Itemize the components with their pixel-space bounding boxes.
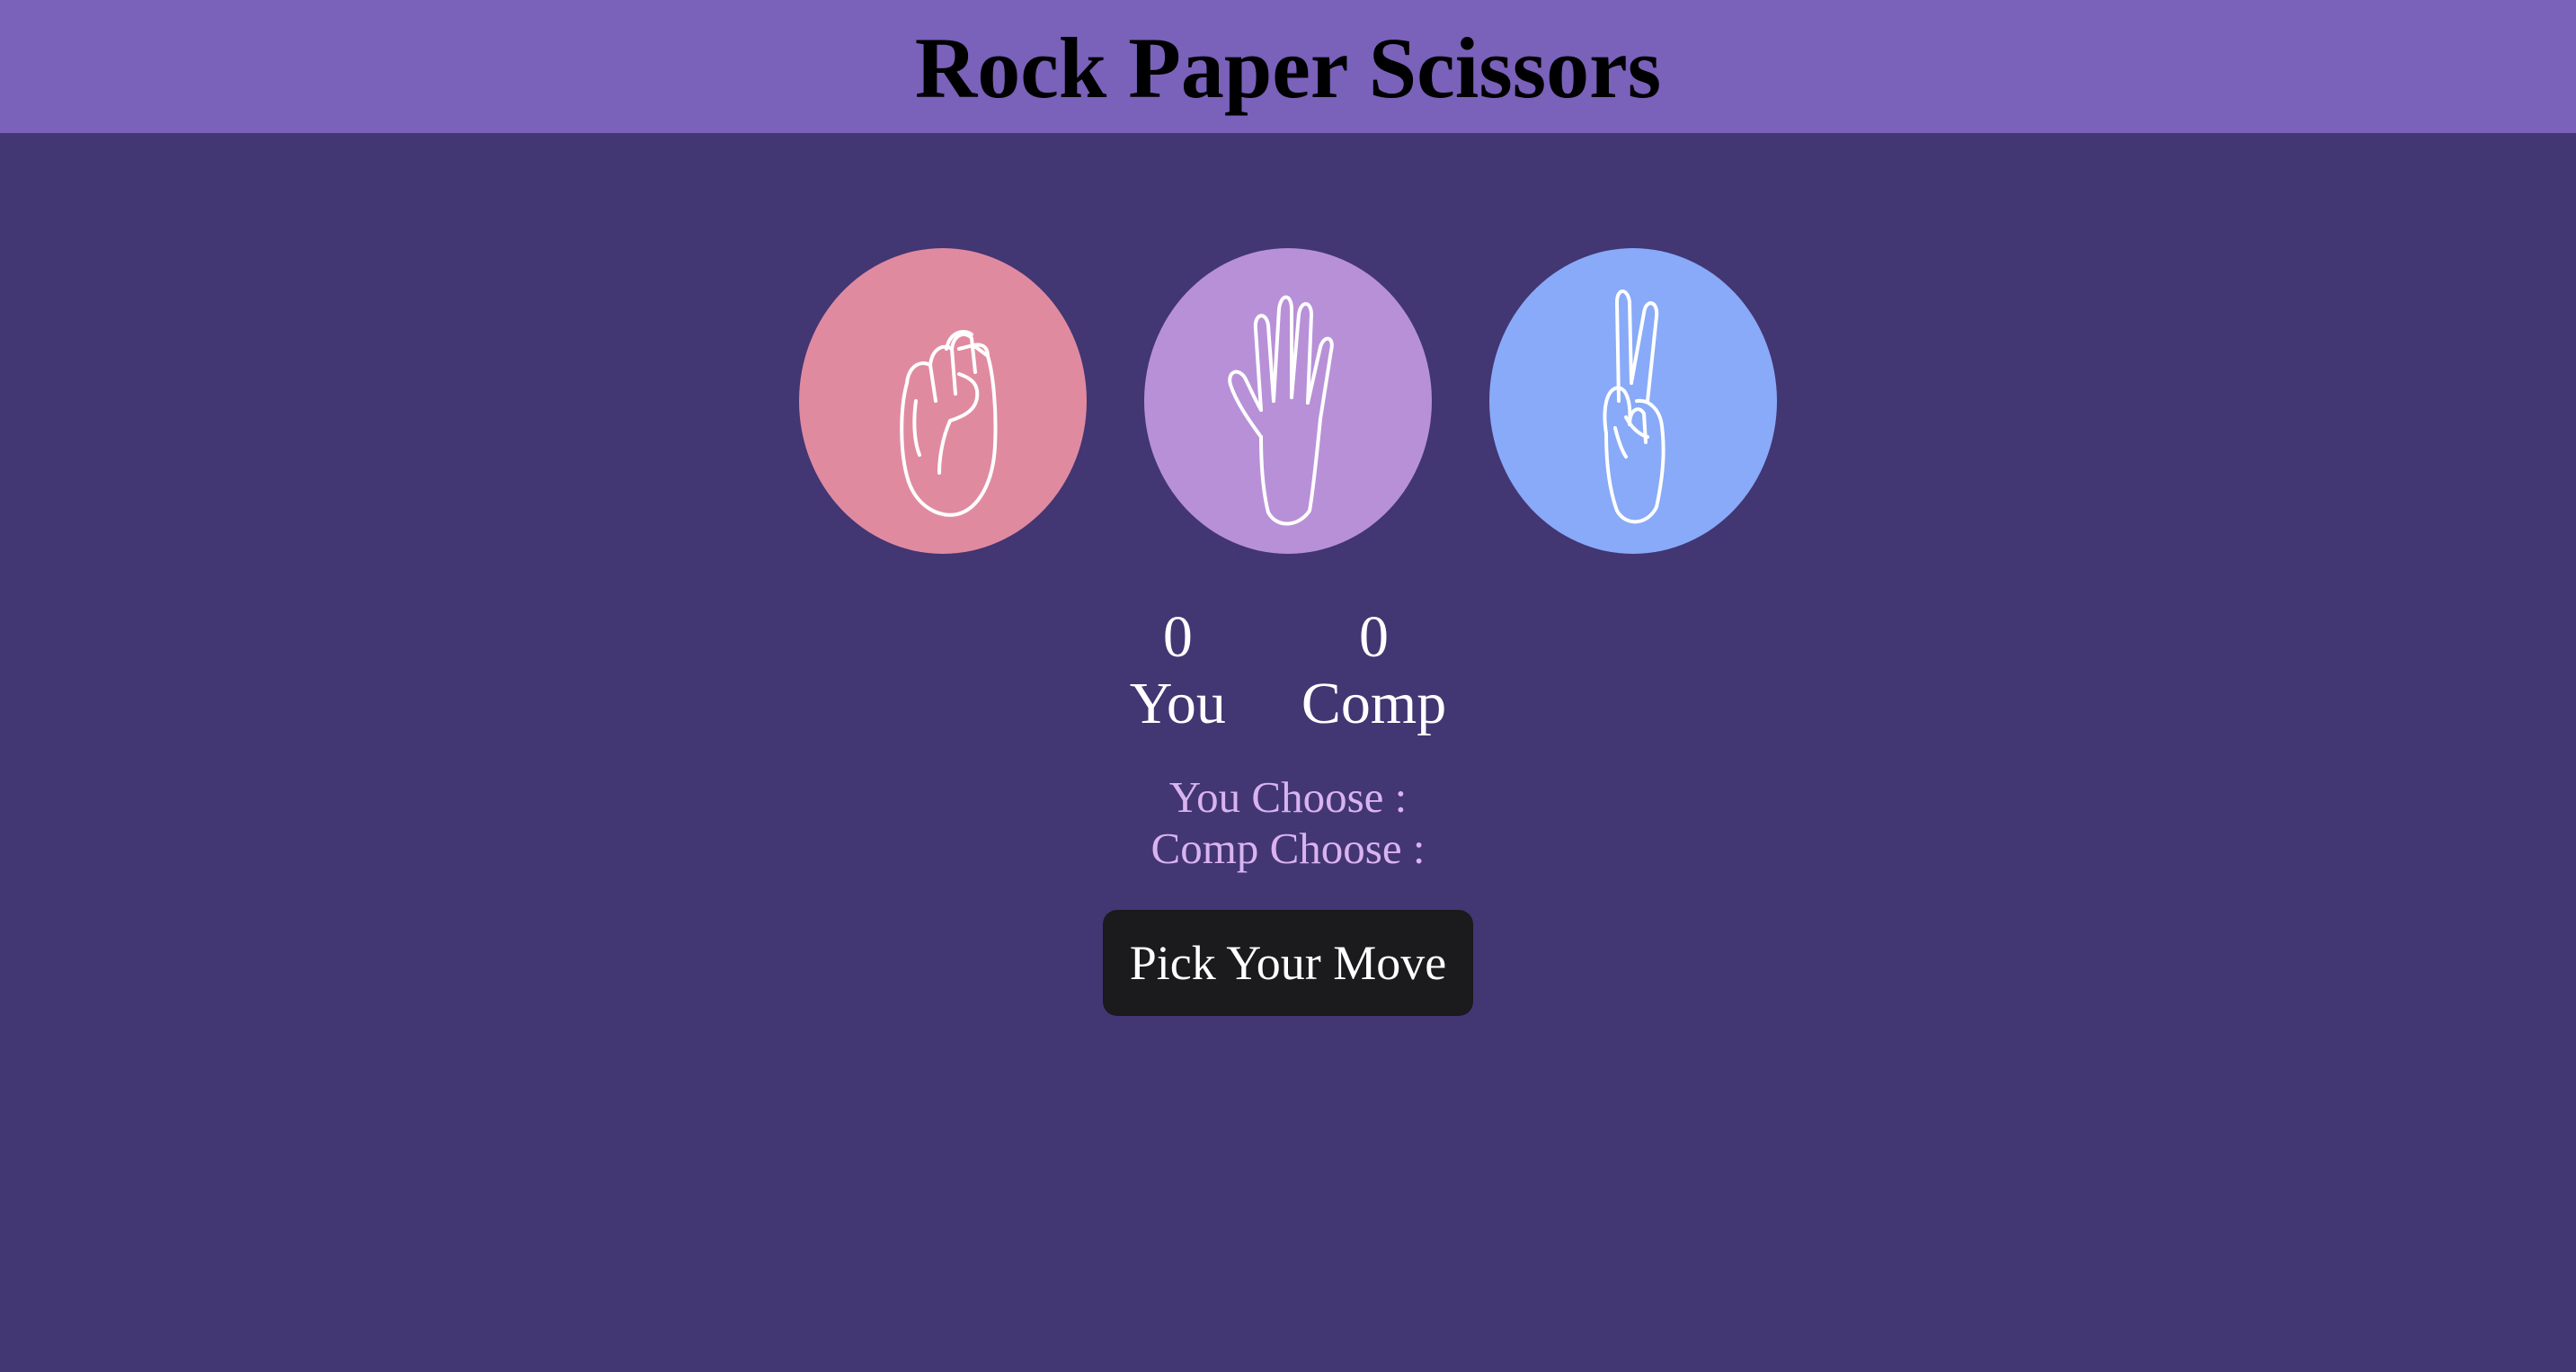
comp-score-label: Comp bbox=[1301, 671, 1447, 736]
action-area: Pick Your Move bbox=[0, 910, 2576, 1016]
page-title: Rock Paper Scissors bbox=[914, 20, 1662, 116]
choices-container bbox=[0, 248, 2576, 554]
rock-fist-icon bbox=[900, 330, 998, 517]
user-choice-text: You Choose : bbox=[1168, 772, 1408, 822]
comp-choice-text: Comp Choose : bbox=[1150, 824, 1426, 873]
scissors-peace-hand-icon bbox=[1603, 290, 1666, 524]
scissors-choice[interactable] bbox=[1489, 248, 1777, 554]
user-score: 0 You bbox=[1130, 604, 1226, 737]
header-bar: Rock Paper Scissors bbox=[0, 0, 2576, 133]
paper-open-hand-icon bbox=[1228, 295, 1334, 526]
status-messages: You Choose : Comp Choose : bbox=[0, 771, 2576, 874]
scoreboard: 0 You 0 Comp bbox=[0, 604, 2576, 737]
user-score-value: 0 bbox=[1162, 604, 1193, 670]
user-score-label: You bbox=[1129, 671, 1226, 736]
pick-move-button[interactable]: Pick Your Move bbox=[1102, 910, 1474, 1016]
rock-choice[interactable] bbox=[799, 248, 1087, 554]
paper-choice[interactable] bbox=[1144, 248, 1432, 554]
comp-score: 0 Comp bbox=[1301, 604, 1446, 737]
comp-score-value: 0 bbox=[1359, 604, 1390, 670]
